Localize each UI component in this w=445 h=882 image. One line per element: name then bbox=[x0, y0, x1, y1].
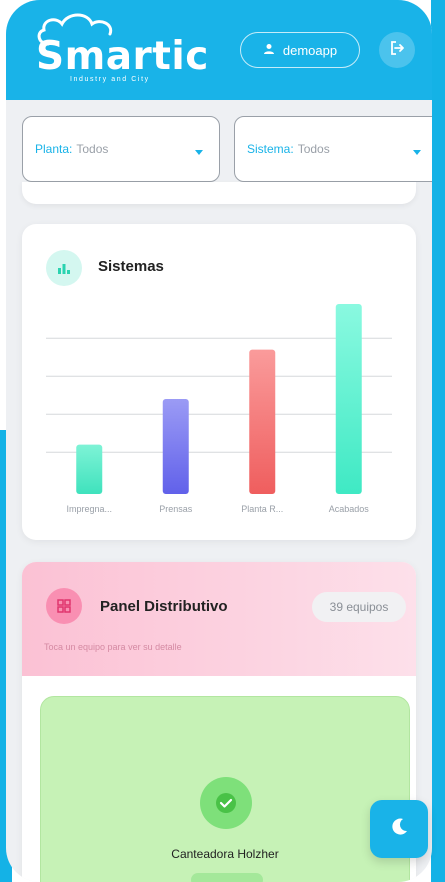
previous-card-bottom bbox=[22, 182, 416, 204]
chart-bar-1[interactable] bbox=[162, 399, 189, 494]
app-screen: Smartic Industry and City demoapp Planta… bbox=[6, 0, 432, 882]
device-frame-right bbox=[431, 0, 445, 882]
planta-filter[interactable]: Planta: Todos bbox=[22, 116, 220, 182]
logo-text: Smartic bbox=[36, 34, 209, 79]
filter-value: Todos bbox=[76, 142, 109, 156]
equipment-name: Canteadora Holzher bbox=[171, 847, 279, 861]
dropdown-caret-icon bbox=[195, 145, 203, 159]
filter-label: Sistema: bbox=[247, 142, 294, 156]
systems-title: Sistemas bbox=[98, 258, 164, 275]
chart-tick-label: Impregna... bbox=[66, 504, 112, 514]
panel-card: Panel Distributivo 39 equipos Toca un eq… bbox=[22, 562, 416, 882]
user-button[interactable]: demoapp bbox=[240, 32, 360, 68]
equipment-card[interactable]: Canteadora Holzher bbox=[40, 696, 410, 882]
panel-title: Panel Distributivo bbox=[100, 598, 228, 615]
logout-icon bbox=[389, 40, 405, 61]
moon-icon bbox=[388, 816, 410, 843]
panel-header: Panel Distributivo 39 equipos Toca un eq… bbox=[22, 562, 416, 676]
filter-label: Planta: bbox=[35, 142, 73, 156]
sistema-filter[interactable]: Sistema: Todos bbox=[234, 116, 432, 182]
bar-chart-icon bbox=[46, 250, 82, 286]
chart-tick-label: Planta R... bbox=[241, 504, 283, 514]
user-name: demoapp bbox=[282, 42, 338, 58]
dropdown-caret-icon bbox=[413, 145, 421, 159]
logo: Smartic Industry and City bbox=[36, 13, 208, 90]
theme-toggle-button[interactable] bbox=[370, 800, 428, 858]
logout-button[interactable] bbox=[379, 32, 415, 68]
chart-bar-0[interactable] bbox=[76, 444, 103, 494]
app-header: Smartic Industry and City demoapp bbox=[6, 0, 432, 100]
panel-subtitle: Toca un equipo para ver su detalle bbox=[44, 642, 182, 652]
equipment-status-bar bbox=[191, 873, 263, 882]
chart-tick-label: Acabados bbox=[329, 504, 370, 514]
filter-value: Todos bbox=[297, 142, 330, 156]
grid-icon bbox=[46, 588, 82, 624]
systems-bar-chart: Impregna... Prensas Planta R... Acabados bbox=[46, 304, 392, 514]
chart-bar-2[interactable] bbox=[249, 349, 276, 494]
logo-tagline: Industry and City bbox=[70, 76, 150, 83]
systems-card: Sistemas Impregna... Prensas Planta R... Ac… bbox=[22, 224, 416, 540]
chart-tick-label: Prensas bbox=[159, 504, 193, 514]
check-icon bbox=[200, 777, 252, 829]
equipment-count-badge: 39 equipos bbox=[312, 592, 406, 622]
chart-bar-3[interactable] bbox=[335, 304, 362, 494]
user-icon bbox=[263, 43, 275, 58]
